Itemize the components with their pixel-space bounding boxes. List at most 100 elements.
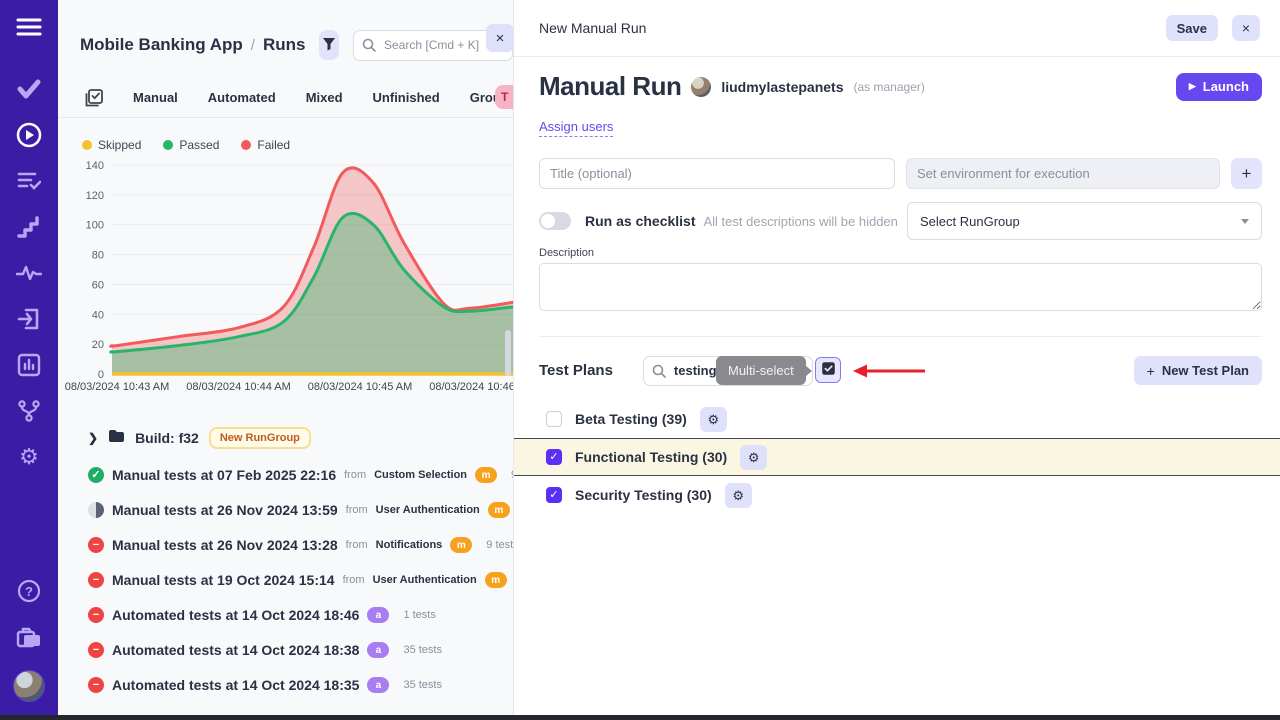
test-plan-row[interactable]: ✓ Functional Testing (30) ⚙ <box>514 438 1280 476</box>
reports-icon[interactable] <box>16 352 42 378</box>
breadcrumb-project[interactable]: Mobile Banking App <box>80 35 243 55</box>
gear-icon[interactable]: ⚙ <box>740 445 767 470</box>
annotation-arrow-icon <box>851 363 927 384</box>
run-title[interactable]: Automated tests at 14 Oct 2024 18:38 <box>112 642 359 658</box>
menu-icon[interactable] <box>16 14 42 40</box>
passed-dot-icon <box>163 140 173 150</box>
assign-users-link[interactable]: Assign users <box>539 119 613 137</box>
svg-text:140: 140 <box>86 160 104 172</box>
run-report-icon[interactable] <box>85 89 103 107</box>
branch-icon[interactable] <box>16 398 42 424</box>
run-from-word: from <box>343 574 365 586</box>
launch-button[interactable]: ▶ Launch <box>1176 73 1262 101</box>
svg-text:20: 20 <box>92 339 104 351</box>
run-source[interactable]: Notifications <box>376 539 443 551</box>
run-row[interactable]: − Automated tests at 14 Oct 2024 18:38 a… <box>88 638 513 662</box>
run-source[interactable]: User Authentication <box>376 504 480 516</box>
rungroup-label[interactable]: Build: f32 <box>135 430 199 446</box>
svg-text:08/03/2024 10:46 AM: 08/03/2024 10:46 AM <box>429 381 513 393</box>
environment-input[interactable] <box>906 158 1220 189</box>
description-textarea[interactable] <box>539 263 1262 311</box>
run-row[interactable]: − Automated tests at 14 Oct 2024 18:35 a… <box>88 673 513 697</box>
add-environment-button[interactable]: + <box>1231 158 1262 189</box>
runs-tabs: Manual Automated Mixed Unfinished Groups… <box>58 78 513 118</box>
runs-chart: 02040608010012014008/03/2024 10:43 AM08/… <box>58 154 513 405</box>
user-avatar[interactable] <box>13 670 45 702</box>
plan-label[interactable]: Beta Testing (39) <box>575 411 687 427</box>
run-row[interactable]: − Manual tests at 26 Nov 2024 13:28 from… <box>88 533 513 557</box>
scrollbar-thumb[interactable] <box>505 330 511 376</box>
tab-mixed[interactable]: Mixed <box>306 90 343 105</box>
runs-header: Mobile Banking App / Runs × <box>58 0 513 64</box>
test-plans-list: Beta Testing (39) ⚙ ✓ Functional Testing… <box>539 400 1262 514</box>
play-icon[interactable] <box>16 122 42 148</box>
plan-label[interactable]: Functional Testing (30) <box>575 449 727 465</box>
description-label: Description <box>539 247 1262 259</box>
gear-icon[interactable]: ⚙ <box>725 483 752 508</box>
chart-legend: Skipped Passed Failed <box>82 138 513 152</box>
run-type-badge: a <box>367 607 389 623</box>
save-button[interactable]: Save <box>1166 15 1218 41</box>
activity-icon[interactable] <box>16 260 42 286</box>
multi-select-button[interactable] <box>815 357 841 383</box>
run-as-checklist-toggle[interactable] <box>539 212 571 230</box>
manager-avatar[interactable] <box>691 77 711 97</box>
run-from-word: from <box>344 469 366 481</box>
plan-checkbox[interactable]: ✓ <box>546 449 562 465</box>
run-source[interactable]: Custom Selection <box>374 469 467 481</box>
run-row[interactable]: − Manual tests at 19 Oct 2024 15:14 from… <box>88 568 513 592</box>
chevron-down-icon <box>1241 219 1249 224</box>
help-icon[interactable]: ? <box>16 578 42 604</box>
close-search-button[interactable]: × <box>486 24 513 52</box>
projects-icon[interactable] <box>16 624 42 650</box>
failed-icon: − <box>88 572 104 588</box>
settings-gear-icon[interactable]: ⚙ <box>16 444 42 470</box>
test-plan-row[interactable]: ✓ Security Testing (30) ⚙ <box>539 476 1262 514</box>
new-test-plan-button[interactable]: + New Test Plan <box>1134 356 1262 385</box>
run-tests-count: 35 tests <box>403 644 442 656</box>
svg-text:08/03/2024 10:43 AM: 08/03/2024 10:43 AM <box>65 381 170 393</box>
tab-manual[interactable]: Manual <box>133 90 178 105</box>
run-title-input[interactable] <box>539 158 895 189</box>
run-title[interactable]: Manual tests at 26 Nov 2024 13:28 <box>112 537 338 553</box>
run-source[interactable]: User Authentication <box>373 574 477 586</box>
chevron-right-icon[interactable]: ❯ <box>88 431 98 445</box>
plan-checkbox[interactable] <box>546 411 562 427</box>
legend-passed: Passed <box>163 138 219 152</box>
filter-button[interactable] <box>319 30 339 60</box>
run-title[interactable]: Automated tests at 14 Oct 2024 18:46 <box>112 607 359 623</box>
run-title[interactable]: Manual tests at 07 Feb 2025 22:16 <box>112 467 336 483</box>
run-title[interactable]: Manual tests at 19 Oct 2024 15:14 <box>112 572 335 588</box>
new-manual-run-panel: New Manual Run Save × Manual Run liudmyl… <box>513 0 1280 720</box>
test-plan-row[interactable]: Beta Testing (39) ⚙ <box>539 400 1262 438</box>
run-title[interactable]: Manual tests at 26 Nov 2024 13:59 <box>112 502 338 518</box>
tab-overflow-badge[interactable]: T <box>495 85 513 109</box>
check-icon[interactable] <box>16 76 42 102</box>
plan-label[interactable]: Security Testing (30) <box>575 487 712 503</box>
failed-icon: − <box>88 642 104 658</box>
run-title[interactable]: Automated tests at 14 Oct 2024 18:35 <box>112 677 359 693</box>
steps-icon[interactable] <box>16 214 42 240</box>
list-check-icon[interactable] <box>16 168 42 194</box>
checklist-hint: All test descriptions will be hidden <box>704 214 898 229</box>
svg-text:40: 40 <box>92 309 104 321</box>
run-row[interactable]: ✓ Manual tests at 07 Feb 2025 22:16 from… <box>88 463 513 487</box>
run-type-badge: m <box>475 467 497 483</box>
multi-select-checkbox-icon <box>821 361 836 379</box>
svg-text:80: 80 <box>92 250 104 262</box>
run-row[interactable]: Manual tests at 26 Nov 2024 13:59 from U… <box>88 498 513 522</box>
tab-unfinished[interactable]: Unfinished <box>373 90 440 105</box>
tab-automated[interactable]: Automated <box>208 90 276 105</box>
failed-dot-icon <box>241 140 251 150</box>
rungroup-row[interactable]: ❯ Build: f32 New RunGroup <box>88 425 513 451</box>
gear-icon[interactable]: ⚙ <box>700 407 727 432</box>
rungroup-select[interactable]: Select RunGroup <box>907 202 1262 240</box>
close-panel-button[interactable]: × <box>1232 15 1260 41</box>
run-tests-count: 1 tests <box>403 609 435 621</box>
run-row[interactable]: − Automated tests at 14 Oct 2024 18:46 a… <box>88 603 513 627</box>
sign-in-icon[interactable] <box>16 306 42 332</box>
test-plans-title: Test Plans <box>539 362 613 379</box>
manager-name[interactable]: liudmylastepanets <box>721 79 843 95</box>
area-chart: 02040608010012014008/03/2024 10:43 AM08/… <box>58 154 513 400</box>
plan-checkbox[interactable]: ✓ <box>546 487 562 503</box>
